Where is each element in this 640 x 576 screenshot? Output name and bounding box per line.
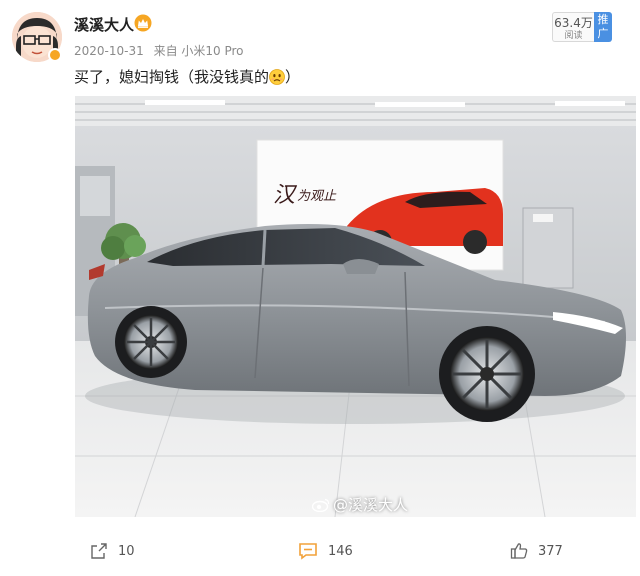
- svg-text:汉: 汉: [273, 183, 298, 208]
- read-count-box: 63.4万 阅读: [552, 12, 594, 42]
- username[interactable]: 溪溪大人: [74, 14, 134, 35]
- promote-button[interactable]: 推广: [594, 12, 612, 42]
- share-button[interactable]: 10: [90, 541, 135, 561]
- post-text-body: 买了，媳妇掏钱（我没钱真的: [74, 68, 270, 86]
- read-label: 阅读: [564, 31, 583, 41]
- svg-text:为观止: 为观止: [297, 189, 337, 204]
- post-image[interactable]: 汉 为观止: [75, 96, 636, 517]
- comment-button[interactable]: 146: [298, 541, 353, 561]
- share-icon: [91, 543, 107, 559]
- watermark-text: @溪溪大人: [333, 496, 409, 514]
- post-source: 来自 小米10 Pro: [153, 44, 244, 58]
- like-button[interactable]: 377: [510, 541, 563, 561]
- crown-icon: [134, 14, 152, 32]
- post-date[interactable]: 2020-10-31: [74, 44, 144, 58]
- comment-icon: [299, 543, 317, 560]
- thumbs-up-icon: [510, 543, 528, 559]
- comment-count: 146: [328, 543, 353, 559]
- share-count: 10: [118, 543, 135, 559]
- like-count: 377: [538, 543, 563, 559]
- post-meta: 2020-10-31 来自 小米10 Pro: [74, 42, 250, 59]
- image-watermark: @溪溪大人: [312, 494, 408, 515]
- weibo-icon: [312, 498, 330, 512]
- post-text: 买了，媳妇掏钱（我没钱真的 ）: [74, 66, 300, 87]
- verified-badge-icon: [48, 48, 62, 62]
- post-text-close: ）: [285, 68, 301, 86]
- sad-face-icon: [269, 69, 285, 85]
- read-count: 63.4万: [554, 16, 593, 30]
